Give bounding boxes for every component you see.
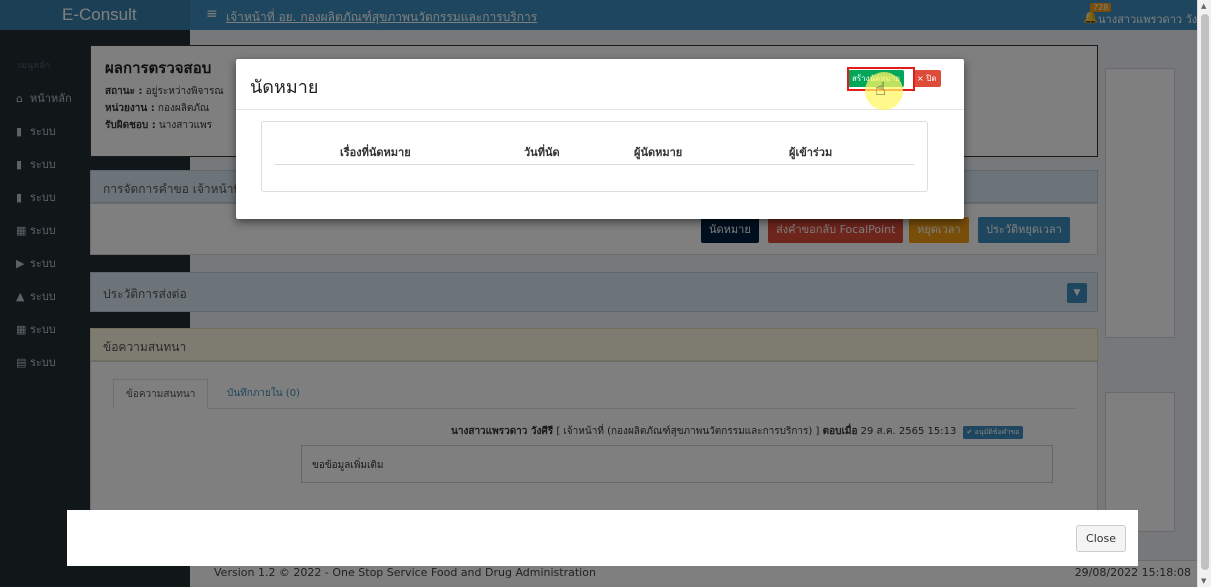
hand-pointer-icon: ☝ [875,79,886,100]
close-button[interactable]: Close [1076,525,1126,552]
appointment-table: เรื่องที่นัดหมาย วันที่นัด ผู้นัดหมาย ผู… [261,121,928,192]
column-header-date: วันที่นัด [524,146,560,159]
modal-close-button[interactable]: × ปิด [913,70,941,87]
scrollbar-thumb[interactable] [1201,14,1209,570]
scroll-down-arrow-icon[interactable]: ▼ [1201,577,1206,585]
outer-modal-footer: Close [67,510,1138,566]
table-header-divider [274,164,914,165]
scroll-up-arrow-icon[interactable]: ▲ [1201,2,1206,10]
modal-divider [236,109,964,110]
scrollbar[interactable]: ▲ ▼ [1197,0,1211,587]
column-header-subject: เรื่องที่นัดหมาย [340,146,411,159]
column-header-participants: ผู้เข้าร่วม [789,146,833,159]
column-header-organizer: ผู้นัดหมาย [634,146,683,159]
modal-title: นัดหมาย [250,77,319,98]
